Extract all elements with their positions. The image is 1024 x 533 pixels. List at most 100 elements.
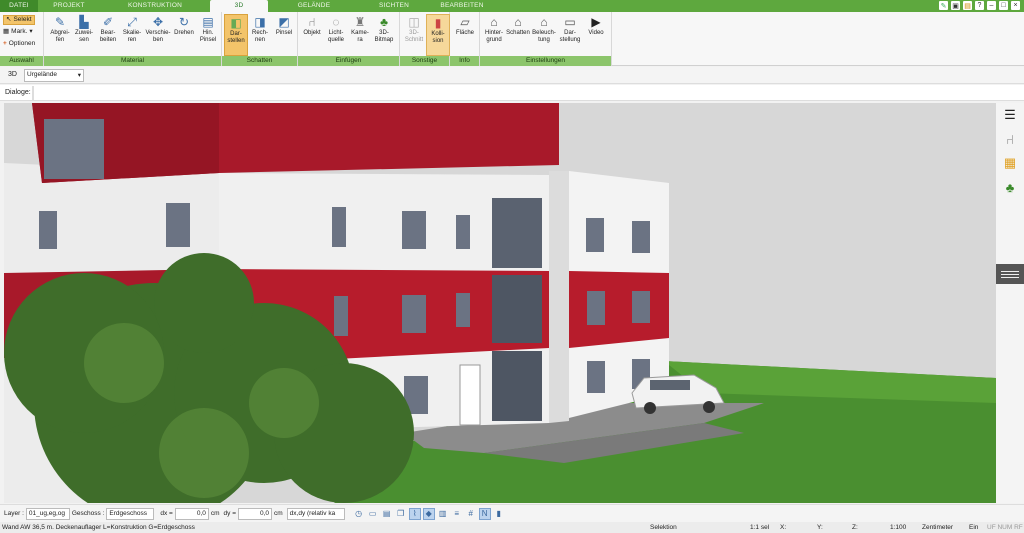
pin-icon[interactable]: ▮ xyxy=(493,508,505,520)
skalieren-button[interactable]: ⤢ Skalie- ren xyxy=(120,14,144,56)
tab-gelaende[interactable]: GELÄNDE xyxy=(268,0,360,12)
clock-icon[interactable]: ◷ xyxy=(353,508,365,520)
bottom-toolbar: Layer : 01_ug,eg,og Geschoss : Erdgescho… xyxy=(0,504,1024,522)
beleuchtung-button[interactable]: ⌂ Beleuch- tung xyxy=(532,14,556,56)
group-caption-einfuegen: Einfügen xyxy=(298,56,399,66)
status-y: Y: xyxy=(817,524,823,531)
abgreifen-button[interactable]: ✎ Abgrei- fen xyxy=(48,14,72,56)
cursor-icon: ↖ xyxy=(6,16,12,23)
tree-icon[interactable]: ♣ xyxy=(996,175,1024,199)
group-caption-schatten: Schatten xyxy=(222,56,297,66)
3d-viewport[interactable] xyxy=(4,103,996,503)
rotate-icon: ↻ xyxy=(178,14,190,29)
view-select[interactable]: Urgelände ▾ xyxy=(24,69,84,82)
tab-datei[interactable]: DATEI xyxy=(0,0,38,12)
zuweisen-button[interactable]: ▙ Zuwei- sen xyxy=(72,14,96,56)
dx-input[interactable]: 0,0 xyxy=(174,507,209,520)
optionen-button[interactable]: + Optionen xyxy=(3,39,35,49)
layers-icon[interactable]: ☰ xyxy=(996,103,1024,127)
status-bar: Wand AW 36,5 m. Deckenauflager L=Konstru… xyxy=(0,522,1024,533)
status-sel: 1:1 sel xyxy=(750,524,770,531)
ortho-icon[interactable]: ◆ xyxy=(422,507,435,520)
status-unit: Zentimeter xyxy=(922,524,954,531)
rechnen-button[interactable]: ◨ Rech- nen xyxy=(248,14,272,56)
darstellung-button[interactable]: ▭ Dar- stellung xyxy=(558,14,582,56)
group-schatten: ◧ Dar- stellen ◨ Rech- nen ◩ Pinsel Schatte… xyxy=(222,12,298,66)
chair-icon[interactable]: ⑁ xyxy=(996,127,1024,151)
play-icon: ▶ xyxy=(591,14,601,29)
grid-icon[interactable]: # xyxy=(465,508,477,520)
kamera-button[interactable]: ♜ Kame- ra xyxy=(348,14,372,56)
objekt-button[interactable]: ⑁ Objekt xyxy=(300,14,324,56)
flaeche-button[interactable]: ▱ Fläche xyxy=(453,14,477,56)
3d-bitmap-button[interactable]: ♣ 3D- Bitmap xyxy=(372,14,396,56)
brush-icon: ✐ xyxy=(102,14,114,29)
collision-icon: ▮ xyxy=(434,15,442,30)
shadow-brush-icon: ◩ xyxy=(278,14,290,29)
dx-label: dx = xyxy=(160,510,173,517)
layer-toggle-icon[interactable]: ▥ xyxy=(437,508,449,520)
status-flags: UF NUM RF xyxy=(987,524,1023,531)
stack-icon[interactable]: ≡ xyxy=(451,508,463,520)
eyedropper-icon: ✎ xyxy=(54,14,66,29)
help-icon[interactable]: ? xyxy=(975,1,984,10)
status-x: X: xyxy=(780,524,787,531)
save-icon[interactable]: ▣ xyxy=(951,1,960,10)
maximize-icon[interactable]: □ xyxy=(999,1,1008,10)
schatten-settings-button[interactable]: ⌂ Schatten xyxy=(506,14,530,56)
tab-sichten[interactable]: SICHTEN xyxy=(360,0,428,12)
tab-projekt[interactable]: PROJEKT xyxy=(38,0,100,12)
minimize-icon[interactable]: – xyxy=(987,1,996,10)
print-icon[interactable]: ▤ xyxy=(381,508,393,520)
palette-icon[interactable]: ▦ xyxy=(996,151,1024,175)
pinsel-button[interactable]: ◩ Pinsel xyxy=(272,14,296,56)
chevron-down-icon: ▾ xyxy=(77,72,81,79)
group-caption-material: Material xyxy=(44,56,221,66)
mark-button[interactable]: ▦ Mark. ▾ xyxy=(3,27,33,37)
status-mode: Selektion xyxy=(650,524,677,531)
selekt-button[interactable]: ↖ Selekt xyxy=(3,15,35,25)
kollision-button[interactable]: ▮ Kolli- sion xyxy=(426,14,450,56)
lichtquelle-button[interactable]: ◌ Licht- quelle xyxy=(324,14,348,56)
view-mode-label: 3D xyxy=(8,71,17,78)
pinsel-icon: ▤ xyxy=(202,14,214,29)
area-icon: ▱ xyxy=(460,14,470,29)
pen-icon[interactable]: ✎ xyxy=(939,1,948,10)
coord-mode-select[interactable]: dx,dy (relativ ka xyxy=(286,507,345,520)
tab-konstruktion[interactable]: KONSTRUKTION xyxy=(100,0,210,12)
copy-icon[interactable]: ❐ xyxy=(395,508,407,520)
right-toolbar: ☰ ⑁ ▦ ♣ xyxy=(996,103,1024,503)
group-caption-info: Info xyxy=(450,56,479,66)
folder-icon[interactable]: ▤ xyxy=(963,1,972,10)
shadow-cube-icon: ◧ xyxy=(230,15,242,30)
group-caption-auswahl: Auswahl xyxy=(0,56,43,66)
hin-pinsel-button[interactable]: ▤ Hin. Pinsel xyxy=(196,14,220,56)
darstellen-button[interactable]: ◧ Dar- stellen xyxy=(224,14,248,56)
hintergrund-button[interactable]: ⌂ Hinter- grund xyxy=(482,14,506,56)
layer-select[interactable]: 01_ug,eg,og xyxy=(25,507,70,520)
tab-bearbeiten[interactable]: BEARBEITEN xyxy=(428,0,496,12)
drehen-button[interactable]: ↻ Drehen xyxy=(172,14,196,56)
panel-handle[interactable] xyxy=(996,264,1024,284)
3d-schnitt-button[interactable]: ◫ 3D- Schnitt xyxy=(402,14,426,56)
bulb-icon: ◌ xyxy=(332,14,340,29)
dy-input[interactable]: 0,0 xyxy=(238,507,272,520)
status-ein: Ein xyxy=(969,524,979,531)
close-icon[interactable]: × xyxy=(1011,1,1020,10)
bearbeiten-button[interactable]: ✐ Bear- beiten xyxy=(96,14,120,56)
scale-icon: ⤢ xyxy=(127,14,137,29)
geschoss-label: Geschoss : xyxy=(71,510,105,517)
snap-icon[interactable]: ⌇ xyxy=(408,507,421,520)
north-icon[interactable]: N xyxy=(478,507,491,520)
tab-3d[interactable]: 3D xyxy=(210,0,268,12)
monitor-icon[interactable]: ▭ xyxy=(367,508,379,520)
group-caption-einstellungen: Einstellungen xyxy=(480,56,611,66)
dropdown-arrow-icon: ▾ xyxy=(29,28,33,35)
mark-icon: ▦ xyxy=(3,28,10,35)
group-sonstige: ◫ 3D- Schnitt ▮ Kolli- sion Sonstige xyxy=(400,12,450,66)
house-shadow-icon: ⌂ xyxy=(514,14,522,29)
dialoge-bar: Dialoge: xyxy=(0,85,1024,101)
video-button[interactable]: ▶ Video xyxy=(584,14,608,56)
verschieben-button[interactable]: ✥ Verschie- ben xyxy=(144,14,172,56)
geschoss-select[interactable]: Erdgeschoss xyxy=(106,507,155,520)
